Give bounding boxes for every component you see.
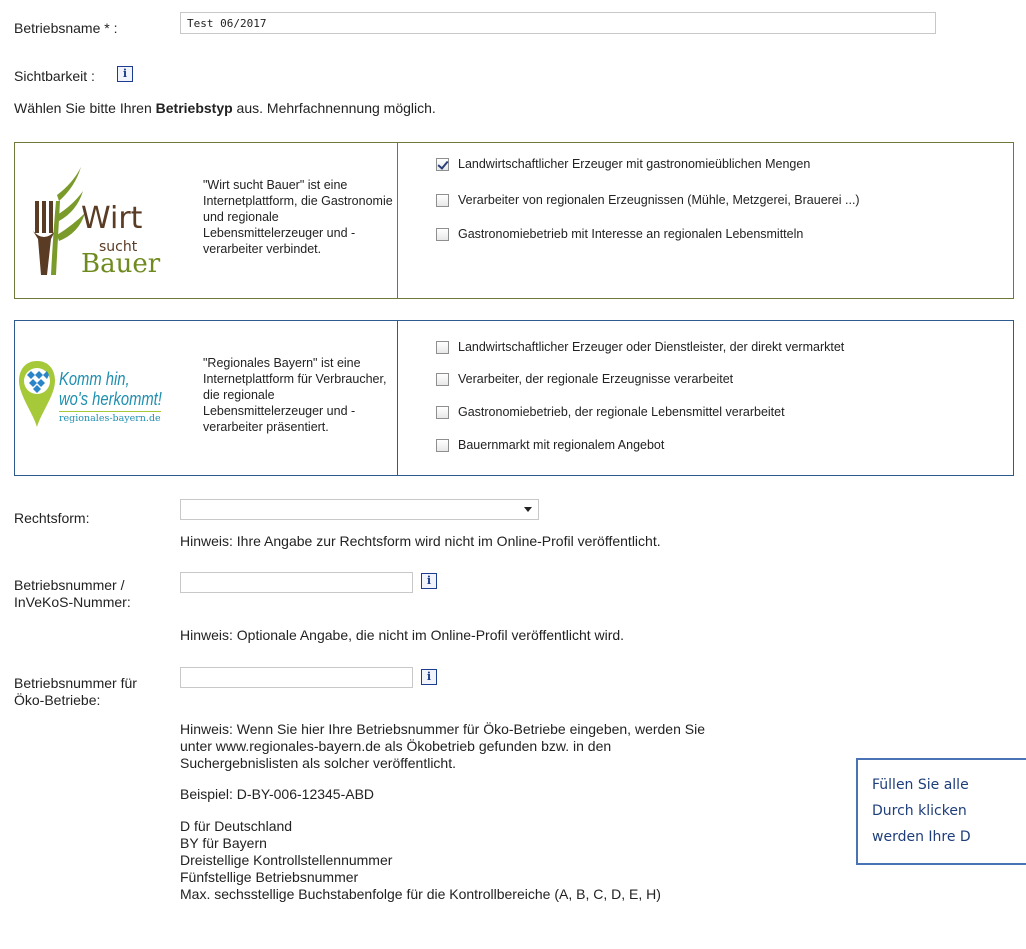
regional-option-2[interactable]: Verarbeiter, der regionale Erzeugnisse v… [436, 372, 733, 386]
checkbox[interactable] [436, 438, 449, 452]
wirt-option-2[interactable]: Verarbeiter von regionalen Erzeugnissen … [436, 193, 860, 207]
regional-option-3[interactable]: Gastronomiebetrieb, der regionale Lebens… [436, 405, 785, 419]
callout-line3: werden Ihre D [872, 829, 971, 845]
checkbox[interactable] [436, 372, 449, 386]
checkbox[interactable] [436, 340, 449, 354]
regional-option-1[interactable]: Landwirtschaftlicher Erzeuger oder Diens… [436, 340, 844, 354]
sichtbarkeit-label: Sichtbarkeit : [14, 68, 95, 84]
wirt-description: "Wirt sucht Bauer" ist eine Internetplat… [203, 178, 393, 256]
oeko-label-line1: Betriebsnummer für [14, 675, 137, 691]
intro-pre: Wählen Sie bitte Ihren [14, 100, 156, 116]
wirt-option-3[interactable]: Gastronomiebetrieb mit Interesse an regi… [436, 227, 803, 241]
betriebsname-input[interactable] [180, 12, 936, 34]
oeko-legend: D für Deutschland BY für Bayern Dreistel… [180, 818, 661, 903]
legend-item: D für Deutschland [180, 818, 293, 834]
legend-item: Dreistellige Kontrollstellennummer [180, 852, 393, 868]
oeko-info-icon[interactable]: i [421, 669, 437, 685]
sichtbarkeit-info-icon[interactable]: i [117, 66, 133, 82]
betriebsnummer-input[interactable] [180, 572, 413, 593]
rechtsform-hint: Hinweis: Ihre Angabe zur Rechtsform wird… [180, 533, 661, 549]
legend-item: Fünfstellige Betriebsnummer [180, 869, 359, 885]
checkbox[interactable] [436, 193, 449, 207]
oeko-input[interactable] [180, 667, 413, 688]
betriebsnummer-hint: Hinweis: Optionale Angabe, die nicht im … [180, 627, 625, 643]
callout-line1: Füllen Sie alle [872, 777, 969, 793]
intro-post: aus. Mehrfachnennung möglich. [232, 100, 436, 116]
oeko-label: Betriebsnummer für Öko-Betriebe: [14, 675, 137, 709]
option-label: Verarbeiter von regionalen Erzeugnissen … [458, 193, 860, 207]
logo-komm-hin-text: Komm hin, [59, 369, 130, 389]
logo-herkommt-text: wo's herkommt! [59, 389, 162, 409]
chevron-down-icon [524, 507, 532, 512]
instruction-callout: Füllen Sie alle Durch klicken werden Ihr… [856, 758, 1026, 865]
betriebsnummer-info-icon[interactable]: i [421, 573, 437, 589]
option-label: Gastronomiebetrieb mit Interesse an regi… [458, 227, 804, 241]
callout-line2: Durch klicken [872, 803, 967, 819]
checkbox-checked[interactable] [436, 157, 449, 171]
regional-description: "Regionales Bayern" ist eine Internetpla… [203, 356, 387, 434]
legend-item: BY für Bayern [180, 835, 267, 851]
option-label: Verarbeiter, der regionale Erzeugnisse v… [458, 372, 734, 386]
logo-url-text: regionales-bayern.de [59, 411, 161, 424]
logo-wirt-text: Wirt [81, 201, 143, 236]
betriebsname-label: Betriebsname * : [14, 20, 118, 36]
intro-bold: Betriebstyp [155, 100, 233, 116]
fork-wheat-icon [33, 167, 85, 275]
oeko-example: Beispiel: D-BY-006-12345-ABD [180, 786, 375, 802]
checkbox[interactable] [436, 405, 449, 419]
logo-bauer-text: Bauer [81, 249, 161, 279]
wirt-sucht-bauer-logo: Wirt sucht Bauer [29, 165, 189, 279]
option-label: Bauernmarkt mit regionalem Angebot [458, 438, 665, 452]
regionales-bayern-panel: Komm hin, wo's herkommt! regionales-baye… [14, 320, 1014, 476]
panel-divider [397, 143, 398, 298]
betriebsnummer-label: Betriebsnummer / InVeKoS-Nummer: [14, 577, 131, 611]
oeko-hint: Hinweis: Wenn Sie hier Ihre Betriebsnumm… [180, 721, 705, 772]
option-label: Landwirtschaftlicher Erzeuger oder Diens… [458, 340, 845, 354]
legend-item: Max. sechsstellige Buchstabenfolge für d… [180, 886, 661, 902]
oeko-hint-line1: Hinweis: Wenn Sie hier Ihre Betriebsnumm… [180, 721, 705, 737]
option-label: Gastronomiebetrieb, der regionale Lebens… [458, 405, 785, 419]
oeko-hint-line3: Suchergebnislisten als solcher veröffent… [180, 755, 457, 771]
location-pin-icon [19, 361, 55, 427]
oeko-hint-line2: unter www.regionales-bayern.de als Ökobe… [180, 738, 612, 754]
panel-divider [397, 321, 398, 475]
checkbox[interactable] [436, 227, 449, 241]
betriebsnummer-label-line2: InVeKoS-Nummer: [14, 594, 131, 610]
rechtsform-select[interactable] [180, 499, 539, 520]
betriebstyp-intro: Wählen Sie bitte Ihren Betriebstyp aus. … [14, 100, 436, 116]
betriebsnummer-label-line1: Betriebsnummer / [14, 577, 125, 593]
rechtsform-label: Rechtsform: [14, 510, 90, 526]
wirt-sucht-bauer-panel: Wirt sucht Bauer "Wirt sucht Bauer" ist … [14, 142, 1014, 299]
oeko-label-line2: Öko-Betriebe: [14, 692, 101, 708]
regionales-bayern-logo: Komm hin, wo's herkommt! regionales-baye… [17, 361, 193, 431]
regional-option-4[interactable]: Bauernmarkt mit regionalem Angebot [436, 438, 664, 452]
wirt-option-1[interactable]: Landwirtschaftlicher Erzeuger mit gastro… [436, 157, 810, 171]
option-label: Landwirtschaftlicher Erzeuger mit gastro… [458, 157, 811, 171]
